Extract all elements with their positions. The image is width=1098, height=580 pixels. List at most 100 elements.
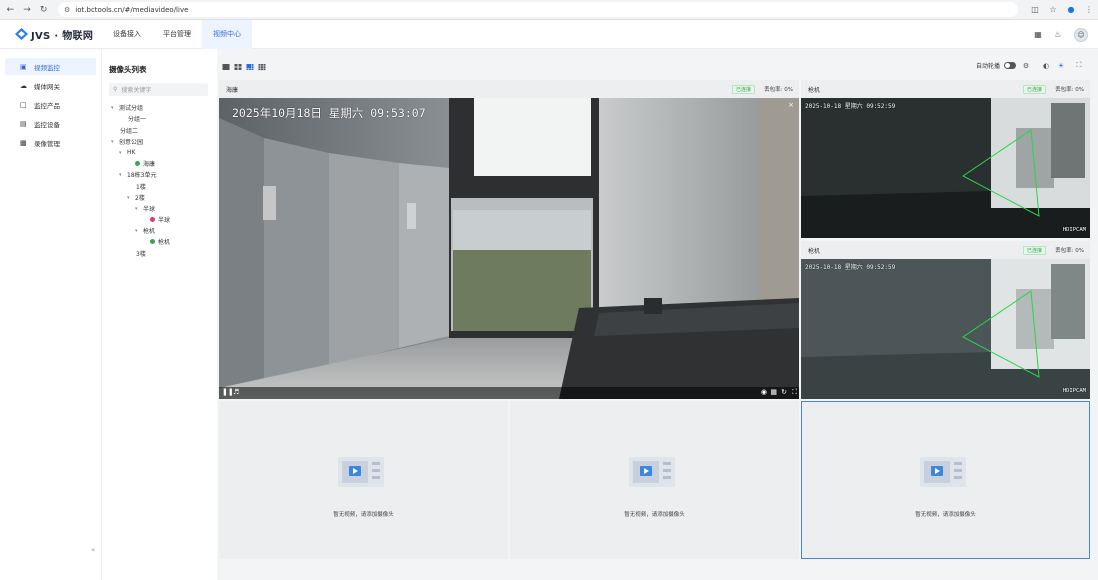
empty-video-text: 暂无视频，请添加摄像头 (624, 512, 685, 518)
volume-icon[interactable]: ♬ (233, 388, 239, 396)
sidebar: ▣ 视频监控 ☁ 媒体网关 □ 监控产品 ▤ 监控设备 ▩ 录像管理 « (0, 49, 102, 580)
close-icon[interactable]: × (788, 101, 794, 109)
dark-mode-icon[interactable]: ◐ (1041, 62, 1051, 70)
packet-loss: 丢包率: 0% (1055, 248, 1084, 254)
apps-grid-icon[interactable]: ▦ (1030, 30, 1046, 39)
tree-node[interactable]: 半球 (150, 214, 170, 225)
empty-video-slot[interactable]: 暂无视频，请添加摄像头 (510, 401, 799, 559)
tree-node[interactable]: 分组一 (128, 113, 146, 124)
tree-node[interactable]: 3楼 (136, 248, 146, 259)
pause-icon[interactable]: ❚❚ (222, 388, 234, 396)
tree-title: 摄像头列表 (109, 65, 147, 74)
camera-frame-image (801, 98, 1090, 238)
tree-node[interactable]: ▾ HK (119, 147, 135, 158)
online-dot (135, 161, 140, 166)
snapshot-icon[interactable]: ▦ (770, 388, 777, 396)
osd-timestamp: 2025年10月18日 星期六 09:53:07 (232, 106, 426, 120)
tree-node[interactable]: 分组二 (120, 125, 138, 136)
camera-frame-image (219, 98, 799, 399)
translate-icon[interactable]: ◫ (1026, 5, 1044, 14)
pane-header: 枪机 已连接 丢包率: 0% (801, 241, 1090, 259)
tree-node[interactable]: ▾ 创意公园 (111, 136, 143, 147)
empty-video-icon (629, 457, 675, 487)
sidebar-item-record-management[interactable]: ▩ 录像管理 (5, 134, 96, 151)
tree-search-input[interactable]: ⚲ 搜索关键字 (109, 83, 208, 96)
back-icon[interactable]: ← (4, 3, 17, 17)
video-stream-right-bottom[interactable]: 2025-10-18 星期六 09:52:59 HDIPCAM (801, 259, 1090, 399)
reload-icon[interactable]: ↻ (37, 3, 50, 17)
search-icon: ⚲ (113, 86, 118, 93)
camera-brand-label: HDIPCAM (1062, 388, 1086, 394)
collapse-sidebar-icon[interactable]: « (91, 546, 95, 554)
device-icon: ▤ (20, 119, 27, 128)
sidebar-item-monitor-product[interactable]: □ 监控产品 (5, 96, 96, 113)
player-controls: ❚❚ ♬ ◉ ▦ ↻ ⛶ (219, 387, 799, 399)
pane-title: 海康 (226, 86, 239, 94)
product-icon: □ (20, 100, 27, 109)
menu-device-access[interactable]: 设备接入 (102, 20, 152, 49)
search-placeholder: 搜索关键字 (121, 87, 152, 94)
pane-title: 枪机 (808, 247, 821, 255)
logo[interactable]: JVS · 物联网 (15, 27, 101, 42)
status-badge: 已连接 (1022, 245, 1046, 255)
top-navigation: JVS · 物联网 设备接入 平台管理 视频中心 ▦ ♨ ☺ (0, 19, 1098, 49)
forward-icon[interactable]: → (21, 3, 34, 17)
video-pane-main[interactable]: 海康 已连接 丢包率: 0% 2025年10月18日 星期六 09:53:07 … (219, 80, 799, 399)
tree-node[interactable]: 枪机 (150, 236, 170, 247)
status-badge: 已连接 (1022, 84, 1046, 94)
sidebar-item-video-monitor[interactable]: ▣ 视频监控 (5, 58, 96, 75)
status-badge: 已连接 (731, 84, 755, 94)
expand-icon[interactable]: ⛶ (792, 388, 797, 397)
video-pane-right-top[interactable]: 枪机 已连接 丢包率: 0% 2025-10-18 星期六 09:52:59 H… (801, 80, 1090, 238)
empty-video-slot-selected[interactable]: 暂无视频，请添加摄像头 (801, 401, 1090, 559)
profile-icon[interactable]: ● (1062, 5, 1080, 14)
sidebar-item-monitor-device[interactable]: ▤ 监控设备 (5, 115, 96, 132)
star-icon[interactable]: ☆ (1044, 5, 1062, 14)
osd-timestamp: 2025-10-18 星期六 09:52:59 (805, 264, 896, 271)
bell-icon[interactable]: ♨ (1050, 30, 1066, 39)
logo-icon (15, 28, 28, 40)
site-info-icon[interactable]: ⚙ (64, 6, 70, 14)
online-dot (150, 239, 155, 244)
menu-video-center[interactable]: 视频中心 (202, 19, 252, 49)
avatar[interactable]: ☺ (1074, 27, 1088, 42)
tree-node[interactable]: ▾ 半球 (135, 203, 155, 214)
video-pane-right-bottom[interactable]: 枪机 已连接 丢包率: 0% 2025-10-18 星期六 09:52:59 H… (801, 241, 1090, 399)
empty-video-text: 暂无视频，请添加摄像头 (333, 512, 394, 518)
pane-title: 枪机 (808, 86, 821, 94)
record-icon: ▩ (20, 138, 27, 147)
more-icon[interactable]: ⋮ (1080, 5, 1098, 14)
layout-4-icon[interactable] (234, 63, 242, 71)
tree-node[interactable]: ▾ 2楼 (127, 192, 145, 203)
tree-node[interactable]: 1楼 (136, 181, 146, 192)
tree-node[interactable]: 海康 (135, 158, 155, 169)
fullscreen-icon[interactable]: ⛶ (1074, 61, 1084, 70)
monitor-icon: ▣ (20, 62, 27, 71)
menu-platform-management[interactable]: 平台管理 (152, 20, 202, 49)
camera-tree-panel: 摄像头列表 ⚲ 搜索关键字 ▾ 测试分组 分组一 分组二 ▾ 创意公园 ▾ HK 海康… (102, 49, 217, 580)
empty-video-slot[interactable]: 暂无视频，请添加摄像头 (219, 401, 508, 559)
layout-1-icon[interactable] (222, 63, 230, 71)
packet-loss: 丢包率: 0% (764, 87, 793, 93)
light-mode-icon[interactable]: ☀ (1056, 62, 1066, 70)
video-stream-right-top[interactable]: 2025-10-18 星期六 09:52:59 HDIPCAM (801, 98, 1090, 238)
address-bar[interactable]: ⚙ iot.bctools.cn/#/mediavideo/live (58, 2, 1019, 17)
layout-6-icon[interactable] (246, 63, 254, 71)
refresh-icon[interactable]: ↻ (781, 388, 787, 396)
packet-loss: 丢包率: 0% (1055, 87, 1084, 93)
layout-9-icon[interactable] (258, 63, 266, 71)
settings-icon[interactable]: ⚙ (1021, 62, 1031, 70)
camera-frame-image (801, 259, 1090, 399)
pane-header: 海康 已连接 丢包率: 0% (219, 80, 799, 98)
sidebar-item-media-gateway[interactable]: ☁ 媒体网关 (5, 77, 96, 94)
tree-node[interactable]: ▾ 枪机 (135, 225, 155, 236)
tree-node[interactable]: ▾ 18栋3单元 (119, 169, 156, 180)
tree-node[interactable]: ▾ 测试分组 (111, 102, 143, 113)
logo-text: JVS · 物联网 (31, 30, 94, 42)
video-stream-main[interactable]: 2025年10月18日 星期六 09:53:07 × ❚❚ ♬ ◉ ▦ ↻ ⛶ (219, 98, 799, 399)
record-icon[interactable]: ◉ (761, 388, 767, 396)
empty-video-text: 暂无视频，请添加摄像头 (915, 512, 976, 518)
offline-dot (150, 217, 155, 222)
auto-rotate-switch[interactable] (1004, 62, 1016, 69)
video-toolbar: 自动轮播 ⚙ ◐ ☀ ⛶ (217, 58, 1098, 76)
